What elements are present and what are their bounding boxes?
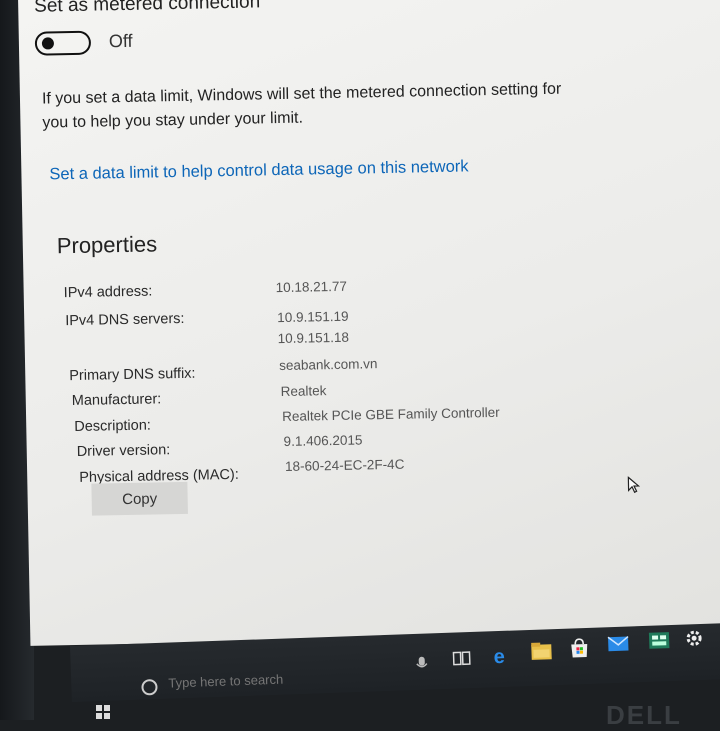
primary-dns-suffix-value: seabank.com.vn [278, 356, 378, 374]
edge-icon[interactable]: e [490, 645, 513, 673]
settings-icon[interactable] [684, 628, 705, 654]
ipv4-dns-servers-label: IPv4 DNS servers: [65, 310, 185, 330]
description-value: Realtek PCIe GBE Family Controller [281, 404, 500, 425]
driver-version-value: 9.1.406.2015 [283, 432, 363, 449]
set-data-limit-link[interactable]: Set a data limit to help control data us… [49, 157, 468, 184]
ipv4-address-value: 10.18.21.77 [275, 278, 348, 296]
copy-button[interactable]: Copy [91, 481, 188, 516]
ipv4-address-label: IPv4 address: [63, 283, 153, 302]
app-icon[interactable] [648, 631, 671, 655]
ipv4-dns-server-2-value: 10.9.151.18 [277, 329, 350, 347]
description-label: Description: [74, 417, 151, 435]
data-limit-info-text: If you set a data limit, Windows will se… [41, 80, 562, 132]
taskbar-search-input[interactable] [166, 667, 371, 692]
properties-heading: Properties [56, 231, 158, 259]
mic-icon[interactable] [416, 656, 429, 677]
manufacturer-value: Realtek [280, 383, 327, 400]
toggle-knob [41, 37, 55, 50]
metered-connection-label: Set as metered connection [33, 0, 261, 17]
metered-connection-toggle[interactable] [34, 30, 92, 56]
svg-text:e: e [493, 646, 505, 667]
driver-version-label: Driver version: [76, 442, 171, 460]
windows-start-icon[interactable] [96, 705, 110, 719]
network-settings-panel: Set as metered connection Off If you set… [18, 0, 720, 646]
file-explorer-icon[interactable] [530, 641, 553, 667]
mouse-cursor-icon [627, 476, 641, 499]
cortana-icon[interactable] [141, 678, 158, 696]
mail-icon[interactable] [607, 634, 630, 658]
primary-dns-suffix-label: Primary DNS suffix: [69, 365, 196, 385]
manufacturer-label: Manufacturer: [71, 391, 162, 410]
task-view-icon[interactable] [452, 650, 471, 672]
physical-address-value: 18-60-24-EC-2F-4C [284, 456, 405, 474]
monitor-brand-logo: DELL [606, 700, 682, 730]
toggle-state-label: Off [108, 30, 133, 52]
ipv4-dns-server-1-value: 10.9.151.19 [277, 308, 349, 326]
store-icon[interactable] [568, 638, 591, 664]
